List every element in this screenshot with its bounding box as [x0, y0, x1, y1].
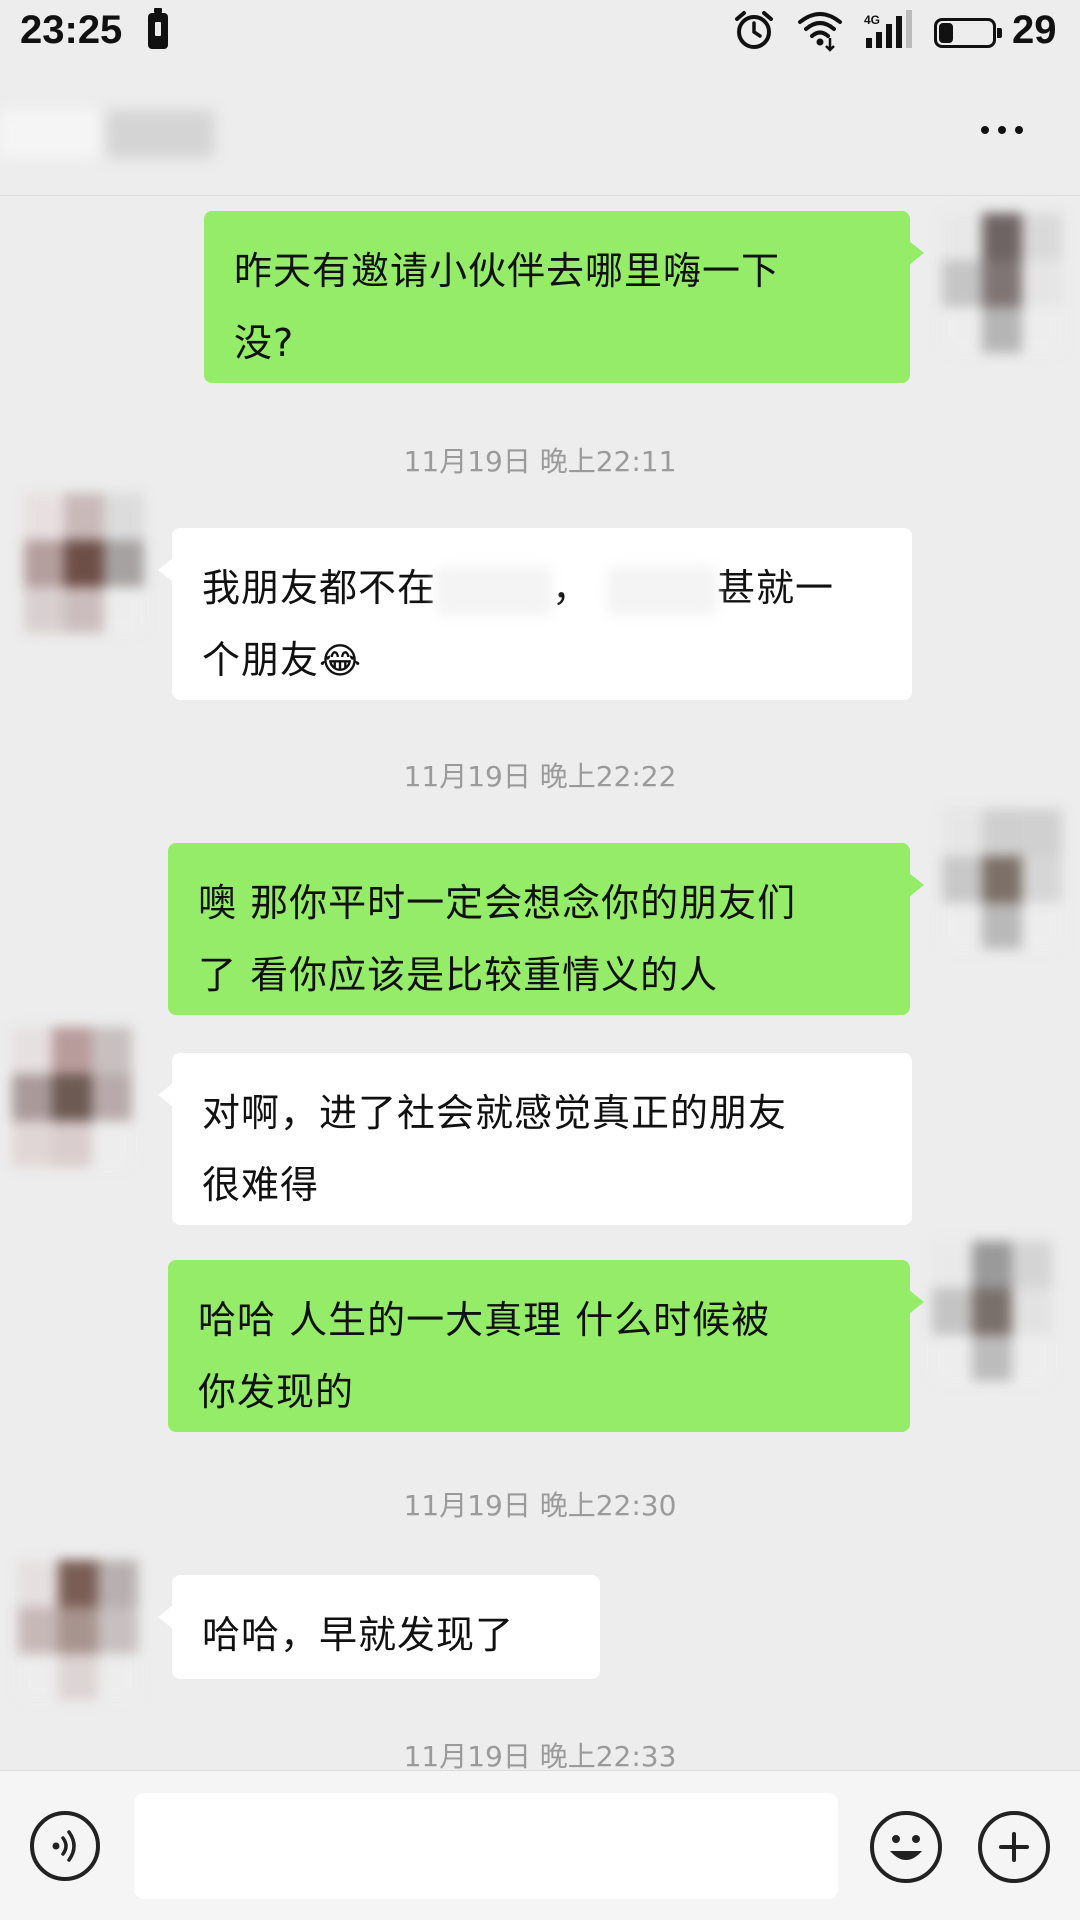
message-timestamp: 11月19日 晚上22:33	[403, 1740, 677, 1770]
contact-avatar[interactable]	[24, 493, 144, 633]
message-bubble-received[interactable]: 对啊，进了社会就感觉真正的朋友 很难得	[158, 1053, 912, 1225]
contact-avatar[interactable]	[18, 1560, 158, 1700]
emoji-button[interactable]	[870, 1811, 942, 1883]
laughing-emoji-icon: 😂	[319, 641, 363, 682]
message-text: 噢 那你平时一定会想念你的朋友们	[198, 881, 797, 925]
chat-message-list[interactable]: 昨天有邀请小伙伴去哪里嗨一下 没? 11月19日 晚上22:11 我朋友都不在 ，…	[0, 197, 1080, 1770]
message-text: 昨天有邀请小伙伴去哪里嗨一下	[234, 249, 781, 293]
message-bubble-received[interactable]: 我朋友都不在 ， 甚就一 个朋友😂	[158, 528, 912, 700]
voice-icon	[52, 1830, 76, 1862]
message-text: 哈哈，早就发现了	[202, 1613, 515, 1657]
message-bubble-sent[interactable]: 昨天有邀请小伙伴去哪里嗨一下 没?	[204, 211, 924, 383]
battery-fill	[939, 23, 953, 43]
message-bubble-sent[interactable]: 哈哈 人生的一大真理 什么时候被 你发现的	[168, 1260, 924, 1432]
alarm-icon	[735, 11, 773, 49]
message-text: 很难得	[202, 1163, 320, 1207]
message-text: ，	[552, 566, 592, 610]
my-avatar[interactable]	[942, 213, 1062, 353]
message-timestamp: 11月19日 晚上22:11	[403, 445, 677, 478]
message-bubble-received[interactable]: 哈哈，早就发现了	[158, 1575, 600, 1679]
contact-avatar[interactable]	[12, 1027, 152, 1167]
battery-level: 29	[1012, 8, 1057, 52]
message-bubble-sent[interactable]: 噢 那你平时一定会想念你的朋友们 了 看你应该是比较重情义的人	[168, 843, 924, 1015]
message-text: 你发现的	[198, 1370, 355, 1414]
wifi-icon	[798, 12, 842, 52]
message-input[interactable]	[134, 1793, 838, 1899]
message-text: 哈哈 人生的一大真理 什么时候被	[198, 1298, 771, 1342]
my-avatar[interactable]	[932, 1241, 1062, 1381]
message-text: 个朋友	[202, 638, 320, 682]
battery-saver-icon	[148, 8, 168, 49]
status-bar: 23:25 4G 29	[0, 0, 1080, 64]
emoji-icon	[890, 1835, 922, 1860]
message-text: 对啊，进了社会就感觉真正的朋友	[202, 1091, 788, 1135]
more-dots-icon	[981, 126, 989, 134]
voice-input-button[interactable]	[30, 1811, 100, 1881]
battery-icon	[934, 18, 1002, 48]
message-text: 了 看你应该是比较重情义的人	[198, 953, 719, 997]
chat-input-bar	[0, 1770, 1080, 1920]
status-time: 23:25	[20, 8, 123, 52]
chat-header	[0, 64, 1080, 196]
contact-name-redacted	[0, 104, 220, 166]
message-timestamp: 11月19日 晚上22:22	[403, 760, 677, 793]
my-avatar[interactable]	[942, 809, 1062, 949]
redacted-text	[607, 565, 718, 616]
message-text: 没?	[234, 321, 295, 365]
signal-icon	[866, 10, 912, 48]
message-timestamp: 11月19日 晚上22:30	[403, 1489, 677, 1522]
more-functions-button[interactable]	[978, 1811, 1050, 1883]
message-text: 甚就一	[717, 566, 835, 610]
message-text: 我朋友都不在	[202, 566, 437, 610]
redacted-text	[436, 565, 553, 616]
more-options-button[interactable]	[962, 100, 1042, 160]
